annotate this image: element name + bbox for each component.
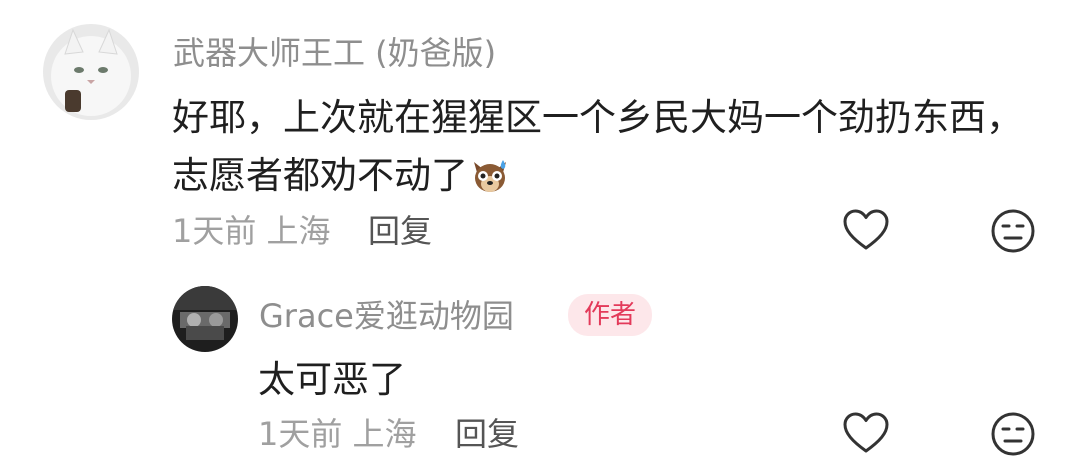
comment-dislike-button[interactable] [990,208,1036,254]
comment-like-button[interactable] [842,208,890,252]
heart-icon [843,209,889,250]
author-badge: 作者 [568,294,652,336]
reply-author-avatar[interactable] [172,286,238,352]
commenter-avatar[interactable] [43,24,139,120]
commenter-name[interactable]: 武器大师王工 (奶爸版) [173,32,496,74]
reply-author-name[interactable]: Grace爱逛动物园 [259,295,514,337]
reply-like-button[interactable] [842,411,890,455]
white-cat-avatar-icon [43,24,139,120]
comment-reply-button[interactable]: 回复 [368,211,432,251]
photo-avatar-icon [172,286,238,352]
heart-icon [843,412,889,453]
reply-time: 1天前 [258,415,343,453]
comment-location: 上海 [266,212,331,250]
reply-dislike-button[interactable] [990,411,1036,457]
comment-time: 1天前 [172,212,257,250]
comment-text-line-1: 好耶，上次就在猩猩区一个乡民大妈一个劲扔东西， [172,96,1023,139]
sweating-dog-emoji-icon [470,156,510,208]
reply-location: 上海 [352,415,417,453]
comment-meta: 1天前 上海 [172,211,331,251]
neutral-face-icon [991,209,1035,253]
neutral-face-icon [991,412,1035,456]
comment-text-line-2: 志愿者都劝不动了 [172,152,510,208]
reply-reply-button[interactable]: 回复 [455,414,519,454]
reply-text: 太可恶了 [258,358,406,401]
reply-meta: 1天前 上海 [258,414,417,454]
comment-text-line-2-label: 志愿者都劝不动了 [172,154,468,197]
